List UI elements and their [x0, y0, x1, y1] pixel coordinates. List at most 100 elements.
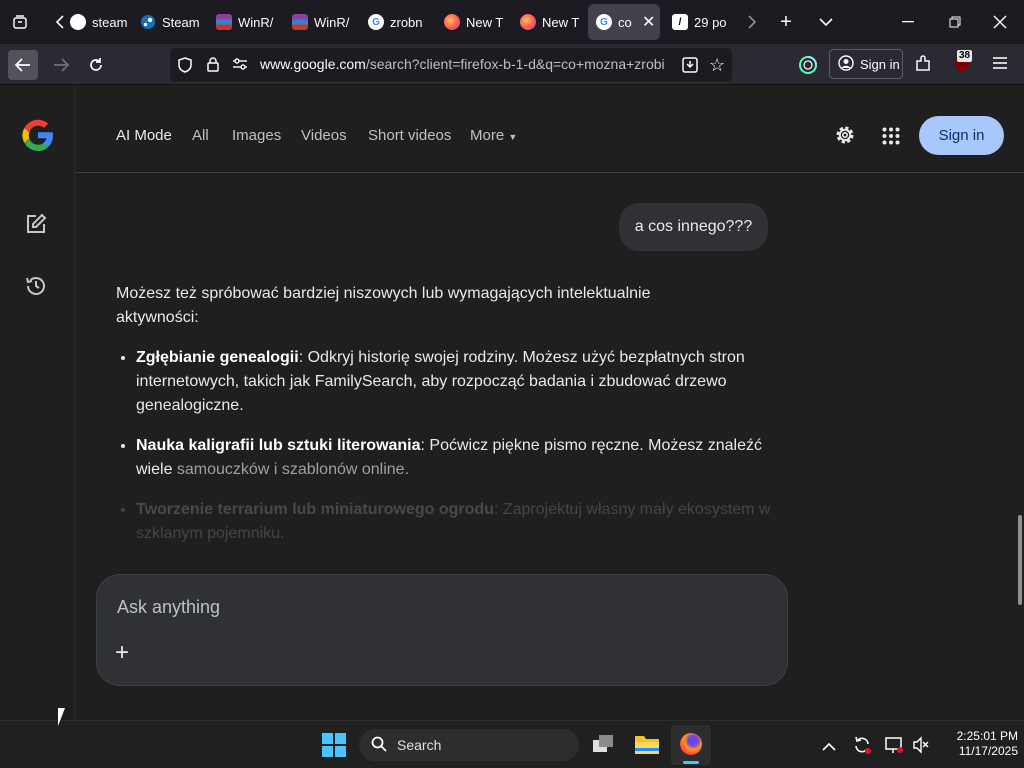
- start-windows-icon[interactable]: [322, 733, 346, 762]
- tab-item[interactable]: New T: [520, 4, 582, 40]
- left-sidebar: [0, 85, 75, 720]
- firefox-icon: [444, 14, 460, 30]
- winrar-icon: [216, 14, 232, 30]
- taskbar-search-box[interactable]: Search: [359, 729, 579, 761]
- google-icon: G: [368, 14, 384, 30]
- tab-item[interactable]: WinR/: [292, 4, 354, 40]
- item-text-faded: samouczków i szablonów online.: [176, 461, 410, 478]
- tab-item[interactable]: WinR/: [216, 4, 278, 40]
- tab-label: zrobn: [390, 14, 423, 30]
- account-sign-in-button[interactable]: Sign in: [829, 49, 903, 79]
- item-title: Tworzenie terrarium lub miniaturowego og…: [136, 501, 494, 518]
- tab-overview-icon[interactable]: [6, 8, 34, 36]
- tab-all[interactable]: All: [192, 127, 209, 144]
- update-sync-icon[interactable]: [852, 735, 872, 760]
- taskbar-firefox-button[interactable]: [671, 725, 711, 765]
- taskbar-search-label: Search: [397, 737, 442, 753]
- list-all-tabs-icon[interactable]: [812, 8, 840, 36]
- menu-icon[interactable]: [992, 56, 1008, 75]
- url-bar[interactable]: www.google.com/search?client=firefox-b-1…: [170, 48, 732, 82]
- tab-label: WinR/: [238, 14, 274, 30]
- active-app-indicator: [683, 761, 699, 764]
- tab-item[interactable]: Steam: [140, 4, 202, 40]
- google-sign-in-button[interactable]: Sign in: [919, 116, 1004, 155]
- tab-item[interactable]: G zrobn: [368, 4, 430, 40]
- ask-input-placeholder[interactable]: Ask anything: [117, 597, 220, 618]
- tab-label: New T: [466, 14, 504, 30]
- ask-input-box[interactable]: Ask anything +: [96, 574, 788, 686]
- back-icon[interactable]: [8, 50, 38, 80]
- tab-item[interactable]: New T: [444, 4, 506, 40]
- network-icon[interactable]: [884, 735, 904, 760]
- item-title: Zgłębianie genealogii: [136, 349, 299, 366]
- clock-time: 2:25:01 PM: [956, 729, 1018, 743]
- extension-badge: 38: [957, 50, 973, 62]
- google-header: AI Mode All Images Videos Short videos M…: [75, 85, 1024, 173]
- tab-label: Steam: [162, 14, 200, 30]
- google-apps-icon[interactable]: [882, 127, 900, 150]
- item-title: Nauka kaligrafii lub sztuki literowania: [136, 437, 421, 454]
- tab-label: WinR/: [314, 14, 350, 30]
- tab-images[interactable]: Images: [232, 127, 281, 144]
- page-content: AI Mode All Images Videos Short videos M…: [0, 85, 1024, 720]
- permissions-icon[interactable]: [232, 57, 248, 76]
- forward-icon[interactable]: [46, 50, 76, 80]
- task-view-icon[interactable]: [592, 734, 614, 759]
- url-host: www.google.com: [260, 56, 366, 72]
- save-page-icon[interactable]: [681, 56, 699, 79]
- url-text[interactable]: www.google.com/search?client=firefox-b-1…: [260, 56, 670, 72]
- settings-gear-icon[interactable]: [834, 124, 856, 151]
- tab-ai-mode[interactable]: AI Mode: [116, 127, 172, 144]
- add-attachment-button[interactable]: +: [115, 641, 129, 665]
- show-hidden-icons-chevron-icon[interactable]: [822, 739, 836, 757]
- url-path: /search?client=firefox-b-1-d&q=co+mozna+…: [365, 56, 665, 72]
- tab-label: New T: [542, 14, 580, 30]
- tab-more[interactable]: More ▼: [470, 127, 517, 144]
- sync-icon[interactable]: [798, 55, 818, 80]
- tab-item-active[interactable]: G co ✕: [588, 4, 660, 40]
- search-icon: [371, 736, 387, 755]
- restore-icon[interactable]: [941, 8, 969, 36]
- minimize-icon[interactable]: [894, 8, 922, 36]
- answer-list: Zgłębianie genealogii: Odkryj historię s…: [116, 346, 776, 546]
- bookmark-star-icon[interactable]: ☆: [709, 55, 725, 76]
- tab-item[interactable]: / 29 po: [672, 4, 734, 40]
- account-icon: [838, 54, 854, 74]
- close-window-icon[interactable]: [986, 8, 1014, 36]
- list-item: Nauka kaligrafii lub sztuki literowania:…: [136, 434, 776, 482]
- browser-tab-bar: steam Steam WinR/ WinR/ G zrobn New T Ne…: [0, 0, 1024, 44]
- list-item: Tworzenie terrarium lub miniaturowego og…: [136, 498, 776, 546]
- navigation-toolbar: www.google.com/search?client=firefox-b-1…: [0, 44, 1024, 85]
- site-icon: /: [672, 14, 688, 30]
- google-icon: G: [596, 14, 612, 30]
- page-scrollbar[interactable]: [1018, 515, 1022, 605]
- tab-label: steam: [92, 14, 128, 30]
- mouse-cursor-icon: [58, 708, 65, 726]
- scroll-tabs-right-icon[interactable]: [738, 8, 766, 36]
- new-tab-icon[interactable]: +: [772, 8, 800, 36]
- tracking-protection-icon[interactable]: [178, 57, 192, 78]
- new-chat-icon[interactable]: [25, 213, 47, 240]
- tab-item[interactable]: steam: [70, 4, 130, 40]
- extensions-icon[interactable]: [914, 55, 932, 78]
- answer-intro: Możesz też spróbować bardziej niszowych …: [116, 285, 651, 326]
- user-message-bubble: a cos innego???: [619, 203, 768, 251]
- steam-icon: [70, 14, 86, 30]
- tab-short-videos[interactable]: Short videos: [368, 127, 451, 144]
- close-tab-icon[interactable]: ✕: [642, 12, 655, 32]
- firefox-icon: [520, 14, 536, 30]
- tab-label: 29 po: [694, 14, 727, 30]
- reload-icon[interactable]: [81, 50, 111, 80]
- clock-date: 11/17/2025: [958, 744, 1018, 758]
- tab-label: co: [618, 14, 632, 30]
- tab-more-label: More: [470, 127, 505, 144]
- volume-muted-icon[interactable]: [912, 736, 930, 759]
- tab-videos[interactable]: Videos: [301, 127, 347, 144]
- taskbar-clock[interactable]: 2:25:01 PM 11/17/2025: [938, 729, 1018, 759]
- list-item: Zgłębianie genealogii: Odkryj historię s…: [136, 346, 776, 418]
- lock-icon[interactable]: [206, 56, 220, 77]
- firefox-icon: [680, 733, 702, 755]
- history-icon[interactable]: [24, 274, 48, 303]
- file-explorer-icon[interactable]: [634, 733, 660, 760]
- google-logo[interactable]: [20, 117, 56, 153]
